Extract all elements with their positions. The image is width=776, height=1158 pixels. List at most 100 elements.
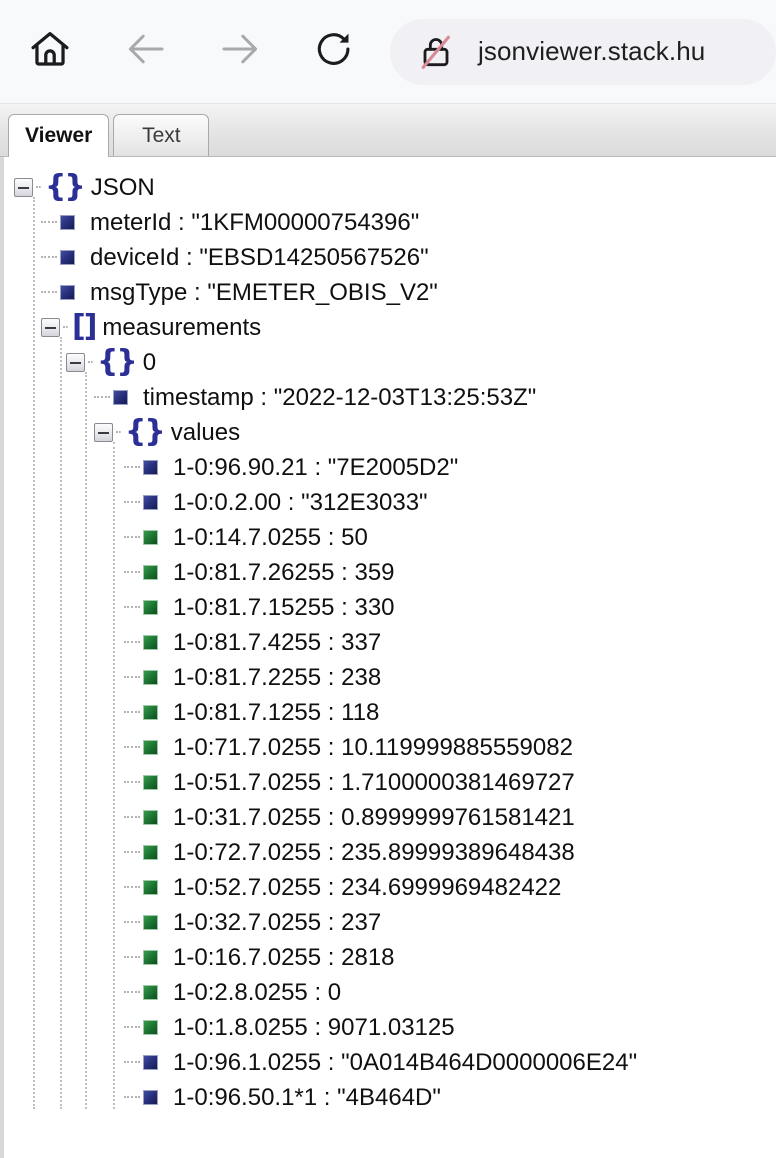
tree-leaf-row[interactable]: 1-0:2.8.0255 : 0 — [4, 975, 776, 1010]
tree-connector — [124, 466, 140, 469]
indent-spacer — [4, 327, 41, 328]
arrow-left-icon — [122, 25, 170, 78]
number-value-icon — [143, 1020, 158, 1035]
tree-leaf-row[interactable]: 1-0:81.7.2255 : 238 — [4, 660, 776, 695]
tree-connector — [124, 501, 140, 504]
tree-connector — [41, 291, 57, 294]
tree-node-row[interactable]: [] measurements — [4, 310, 776, 345]
indent-spacer — [4, 852, 124, 853]
number-value-icon — [143, 880, 158, 895]
tree-row-label: 1-0:72.7.0255 : 235.89999389648438 — [173, 839, 575, 866]
indent-spacer — [4, 187, 14, 188]
tree-leaf-row[interactable]: 1-0:81.7.4255 : 337 — [4, 625, 776, 660]
tree-connector — [88, 361, 93, 364]
tree-leaf-row[interactable]: 1-0:16.7.0255 : 2818 — [4, 940, 776, 975]
tab-text[interactable]: Text — [113, 114, 210, 156]
collapse-toggle-icon[interactable] — [14, 178, 33, 197]
back-button[interactable] — [118, 24, 174, 80]
indent-spacer — [4, 362, 66, 363]
tree-leaf-row[interactable]: msgType : "EMETER_OBIS_V2" — [4, 275, 776, 310]
tree-connector — [124, 1096, 140, 1099]
tree-row-label: 1-0:96.90.21 : "7E2005D2" — [173, 454, 459, 481]
tree-row-label: values — [170, 419, 241, 446]
tree-connector — [124, 676, 140, 679]
collapse-toggle-icon[interactable] — [41, 318, 60, 337]
tree-leaf-row[interactable]: 1-0:31.7.0255 : 0.8999999761581421 — [4, 800, 776, 835]
tree-node-row[interactable]: {} 0 — [4, 345, 776, 380]
indent-spacer — [4, 957, 124, 958]
number-value-icon — [143, 915, 158, 930]
indent-spacer — [4, 432, 94, 433]
tree-leaf-row[interactable]: 1-0:72.7.0255 : 235.89999389648438 — [4, 835, 776, 870]
tree-connector — [41, 256, 57, 259]
indent-spacer — [4, 992, 124, 993]
tree-row-label: 1-0:96.1.0255 : "0A014B464D0000006E24" — [173, 1049, 638, 1076]
tree-leaf-row[interactable]: 1-0:14.7.0255 : 50 — [4, 520, 776, 555]
number-value-icon — [143, 670, 158, 685]
tree-leaf-row[interactable]: 1-0:96.90.21 : "7E2005D2" — [4, 450, 776, 485]
indent-spacer — [4, 1027, 124, 1028]
tree-connector — [94, 396, 110, 399]
tree-row-label: 1-0:16.7.0255 : 2818 — [173, 944, 395, 971]
tree-connector — [124, 816, 140, 819]
tree-guide-line — [60, 337, 62, 1109]
tree-row-label: meterId : "1KFM00000754396" — [90, 209, 420, 236]
tree-leaf-row[interactable]: 1-0:52.7.0255 : 234.6999969482422 — [4, 870, 776, 905]
tree-leaf-row[interactable]: 1-0:71.7.0255 : 10.119999885559082 — [4, 730, 776, 765]
object-brace-icon: {} — [45, 168, 86, 204]
string-value-icon — [143, 1055, 158, 1070]
forward-button[interactable] — [212, 24, 268, 80]
tree-row-label: deviceId : "EBSD14250567526" — [90, 244, 429, 271]
tree-leaf-row[interactable]: 1-0:1.8.0255 : 9071.03125 — [4, 1010, 776, 1045]
json-viewer-panel[interactable]: {} JSON meterId : "1KFM00000754396" deviceI… — [0, 157, 776, 1158]
tree-row-label: 1-0:52.7.0255 : 234.6999969482422 — [173, 874, 562, 901]
address-bar[interactable]: jsonviewer.stack.hu — [390, 18, 776, 85]
object-brace-icon: {} — [125, 413, 166, 449]
tree-leaf-row[interactable]: 1-0:51.7.0255 : 1.7100000381469727 — [4, 765, 776, 800]
tree-connector — [41, 221, 57, 224]
number-value-icon — [143, 810, 158, 825]
tree-leaf-row[interactable]: 1-0:0.2.00 : "312E3033" — [4, 485, 776, 520]
lock-slashed-icon[interactable] — [416, 32, 456, 72]
tree-row-label: JSON — [90, 174, 155, 201]
tree-row-label: 1-0:31.7.0255 : 0.8999999761581421 — [173, 804, 575, 831]
string-value-icon — [113, 390, 128, 405]
tree-connector — [124, 606, 140, 609]
tree-node-row[interactable]: {} JSON — [4, 170, 776, 205]
tree-connector — [124, 886, 140, 889]
tree-leaf-row[interactable]: timestamp : "2022-12-03T13:25:53Z" — [4, 380, 776, 415]
string-value-icon — [60, 215, 75, 230]
collapse-toggle-icon[interactable] — [94, 423, 113, 442]
arrow-right-icon — [216, 25, 264, 78]
tree-connector — [116, 431, 121, 434]
tab-viewer[interactable]: Viewer — [8, 114, 110, 157]
tree-connector — [124, 711, 140, 714]
string-value-icon — [60, 250, 75, 265]
tree-row-label: 1-0:51.7.0255 : 1.7100000381469727 — [173, 769, 575, 796]
home-button[interactable] — [22, 24, 78, 80]
string-value-icon — [143, 495, 158, 510]
indent-spacer — [4, 537, 124, 538]
tree-leaf-row[interactable]: 1-0:81.7.15255 : 330 — [4, 590, 776, 625]
tree-guide-line — [85, 372, 87, 1109]
tree-leaf-row[interactable]: 1-0:96.50.1*1 : "4B464D" — [4, 1080, 776, 1115]
collapse-toggle-icon[interactable] — [66, 353, 85, 372]
tree-leaf-row[interactable]: 1-0:32.7.0255 : 237 — [4, 905, 776, 940]
tree-row-label: 1-0:71.7.0255 : 10.119999885559082 — [173, 734, 573, 761]
tree-node-row[interactable]: {} values — [4, 415, 776, 450]
tree-connector — [124, 536, 140, 539]
tree-leaf-row[interactable]: 1-0:81.7.1255 : 118 — [4, 695, 776, 730]
tree-leaf-row[interactable]: 1-0:96.1.0255 : "0A014B464D0000006E24" — [4, 1045, 776, 1080]
tab-text-label: Text — [142, 123, 181, 147]
json-tree: {} JSON meterId : "1KFM00000754396" deviceI… — [4, 157, 776, 1115]
tree-leaf-row[interactable]: meterId : "1KFM00000754396" — [4, 205, 776, 240]
tree-leaf-row[interactable]: 1-0:81.7.26255 : 359 — [4, 555, 776, 590]
number-value-icon — [143, 985, 158, 1000]
reload-button[interactable] — [306, 24, 362, 80]
indent-spacer — [4, 782, 124, 783]
number-value-icon — [143, 530, 158, 545]
tree-leaf-row[interactable]: deviceId : "EBSD14250567526" — [4, 240, 776, 275]
number-value-icon — [143, 845, 158, 860]
tree-row-label: measurements — [102, 314, 262, 341]
tree-guide-line — [33, 197, 35, 1109]
